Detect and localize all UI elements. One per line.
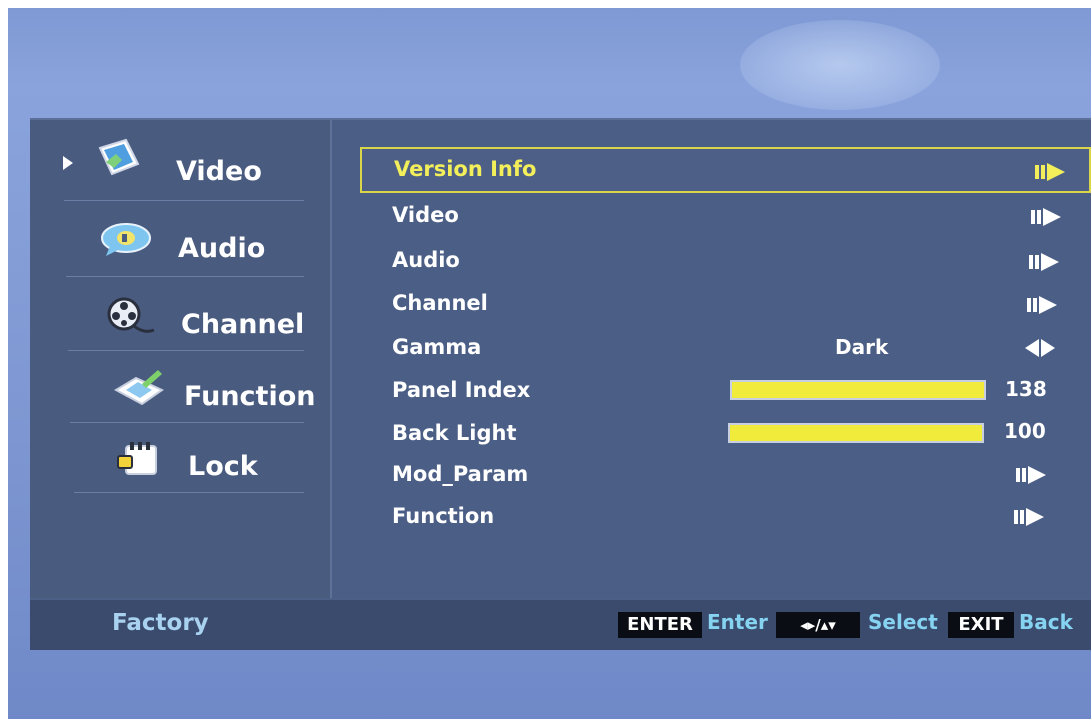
menu-row-back-light[interactable]: Back Light 100 xyxy=(360,413,1091,453)
audio-icon xyxy=(101,223,151,256)
sidebar-item-label: Function xyxy=(184,381,316,412)
back-key-label: Back xyxy=(1019,610,1073,634)
factory-menu-osd: Video Audio Channel Function Lock Versio… xyxy=(30,118,1091,650)
screen-glare xyxy=(740,20,940,110)
select-key-label: Select xyxy=(868,610,938,634)
menu-row-label: Audio xyxy=(392,248,460,272)
menu-row-label: Function xyxy=(392,504,495,528)
sidebar-item-label: Channel xyxy=(181,309,305,340)
category-sidebar: Video Audio Channel Function Lock xyxy=(30,120,332,598)
menu-row-gamma[interactable]: Gamma Dark xyxy=(360,328,1091,368)
sidebar-item-function[interactable]: Function xyxy=(60,360,320,426)
menu-row-mod-param[interactable]: Mod_Param xyxy=(360,455,1091,495)
panel-index-slider[interactable] xyxy=(730,380,986,400)
submenu-arrow-icon xyxy=(1014,508,1044,526)
left-right-toggle-icon[interactable] xyxy=(1025,339,1057,357)
menu-row-panel-index[interactable]: Panel Index 138 xyxy=(360,370,1091,410)
menu-row-version-info[interactable]: Version Info xyxy=(360,147,1091,193)
back-light-slider-fill xyxy=(730,425,982,441)
submenu-arrow-icon xyxy=(1029,253,1059,271)
sidebar-divider xyxy=(70,422,304,423)
panel-index-value: 138 xyxy=(1005,377,1047,401)
sidebar-item-audio[interactable]: Audio xyxy=(60,210,320,276)
submenu-arrow-icon xyxy=(1035,163,1065,181)
sidebar-divider xyxy=(74,492,304,493)
menu-row-label: Channel xyxy=(392,291,488,315)
sidebar-item-label: Lock xyxy=(188,451,258,482)
photo-border-left xyxy=(0,0,8,719)
navigate-key-hint: ◂▸/▴▾ xyxy=(776,612,860,638)
enter-key-label: Enter xyxy=(707,610,768,634)
lock-icon xyxy=(117,442,157,475)
back-light-slider[interactable] xyxy=(728,423,984,443)
menu-mode-title: Factory xyxy=(112,610,209,636)
gamma-value: Dark xyxy=(835,335,889,359)
menu-row-label: Video xyxy=(392,203,459,227)
sidebar-divider xyxy=(64,200,304,201)
exit-key-hint: EXIT xyxy=(948,612,1014,638)
channel-icon xyxy=(107,297,155,333)
submenu-arrow-icon xyxy=(1031,208,1061,226)
panel-index-slider-fill xyxy=(732,382,984,398)
back-light-value: 100 xyxy=(1004,419,1046,443)
menu-row-function[interactable]: Function xyxy=(360,497,1091,537)
menu-row-label: Gamma xyxy=(392,335,482,359)
function-icon xyxy=(113,370,164,406)
submenu-arrow-icon xyxy=(1016,466,1046,484)
sidebar-divider xyxy=(66,276,304,277)
menu-row-video[interactable]: Video xyxy=(360,196,1091,236)
enter-key-hint: ENTER xyxy=(618,612,702,638)
sidebar-item-lock[interactable]: Lock xyxy=(60,430,320,496)
video-icon xyxy=(98,138,140,176)
sidebar-item-label: Audio xyxy=(178,233,266,264)
menu-row-label: Panel Index xyxy=(392,378,531,402)
sidebar-item-video[interactable]: Video xyxy=(60,132,320,198)
menu-row-audio[interactable]: Audio xyxy=(360,240,1091,280)
sidebar-item-label: Video xyxy=(176,156,262,187)
menu-row-channel[interactable]: Channel xyxy=(360,284,1091,324)
menu-row-label: Mod_Param xyxy=(392,462,529,486)
menu-footer: Factory ENTER Enter ◂▸/▴▾ Select EXIT Ba… xyxy=(30,600,1091,650)
sidebar-divider xyxy=(68,350,304,351)
sidebar-item-channel[interactable]: Channel xyxy=(60,286,320,352)
submenu-arrow-icon xyxy=(1027,296,1057,314)
photo-border-top xyxy=(0,0,1091,8)
menu-row-label: Back Light xyxy=(392,421,517,445)
menu-row-label: Version Info xyxy=(394,157,537,181)
